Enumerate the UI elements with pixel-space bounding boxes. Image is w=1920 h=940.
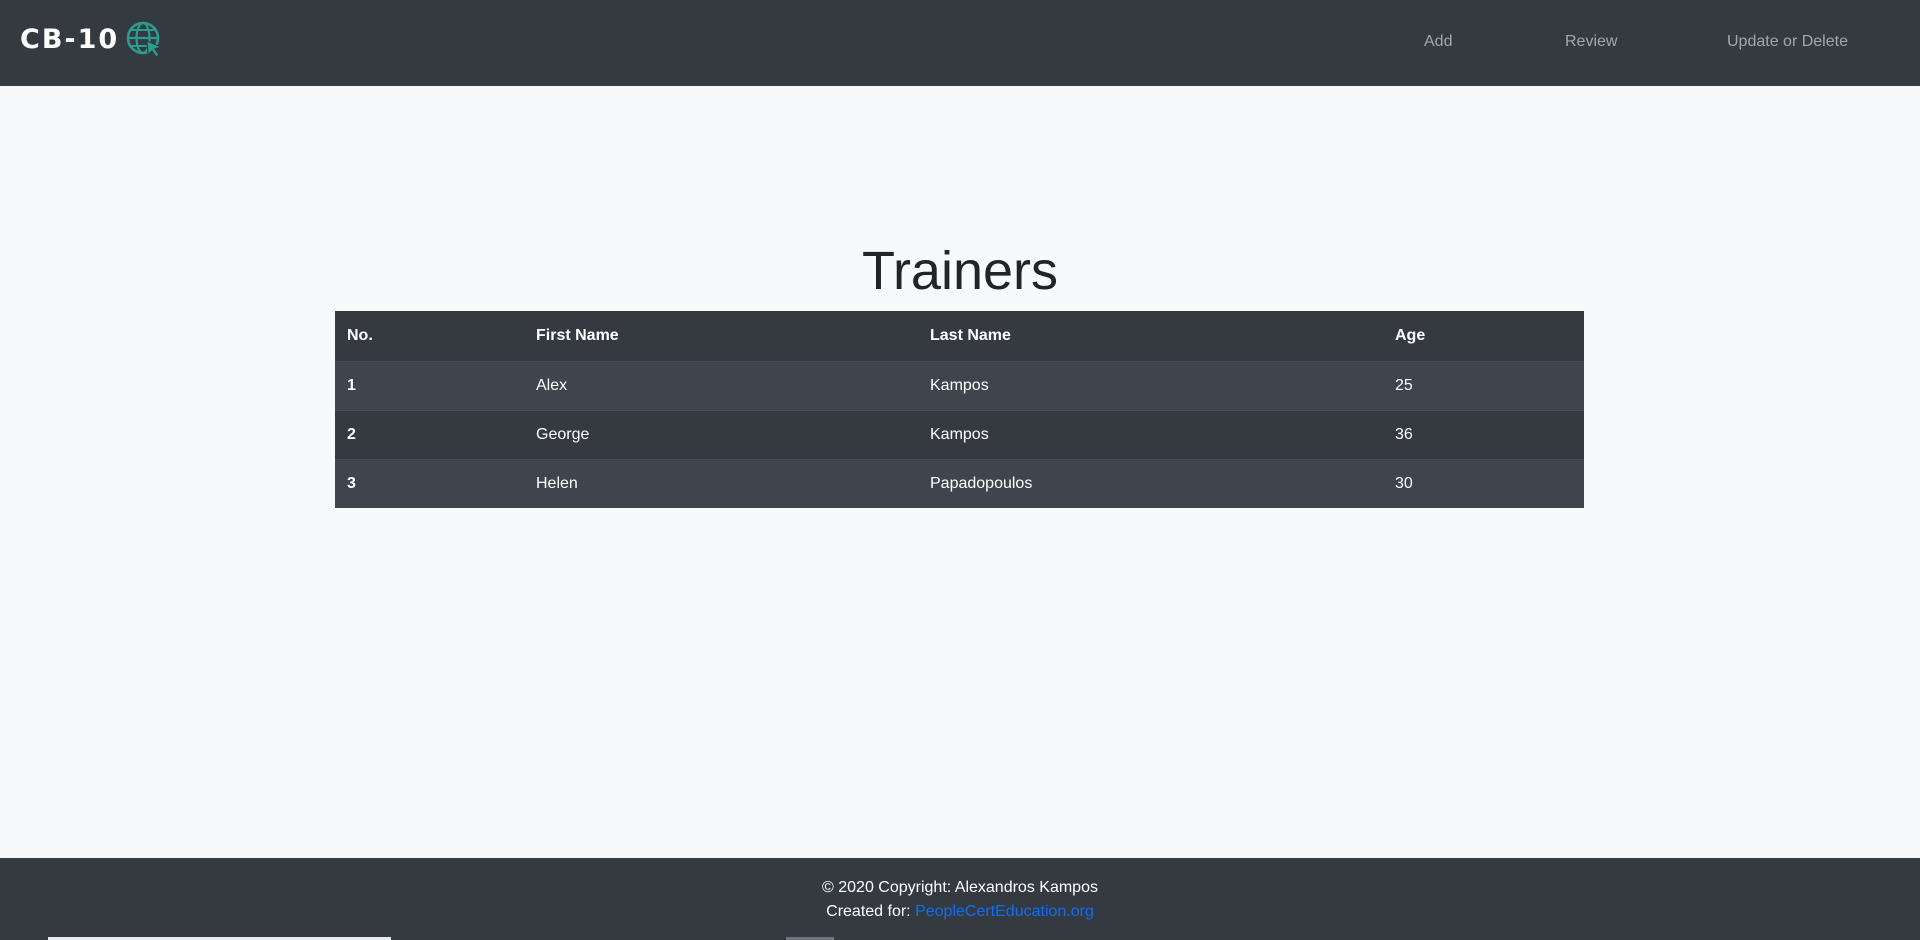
row-number: 1 [335, 360, 524, 410]
brand[interactable]: CB-10 [20, 20, 163, 58]
column-header-age: Age [1395, 326, 1426, 344]
age-cell: 30 [1383, 458, 1584, 508]
page-title: Trainers [861, 241, 1059, 301]
last-name-cell: Papadopoulos [918, 458, 1383, 508]
created-for-line: Created for: PeopleCertEducation.org [0, 900, 1920, 924]
copyright-text: © 2020 Copyright: Alexandros Kampos [822, 879, 1098, 896]
footer: © 2020 Copyright: Alexandros Kampos Crea… [0, 858, 1920, 940]
table-row: 2 George Kampos 36 [335, 409, 1584, 459]
trainers-table: No. First Name Last Name Age 1 Alex Kamp… [335, 311, 1584, 508]
globe-cursor-icon[interactable] [125, 20, 163, 58]
age-cell: 36 [1383, 409, 1584, 459]
nav-link-review[interactable]: Review [1565, 33, 1617, 51]
table-header-row: No. First Name Last Name Age [335, 311, 1584, 361]
peoplecert-link[interactable]: PeopleCertEducation.org [915, 903, 1094, 920]
last-name-cell: Kampos [918, 409, 1383, 459]
column-header-first-name: First Name [536, 326, 619, 344]
nav-link-update-or-delete[interactable]: Update or Delete [1727, 33, 1848, 51]
first-name-cell: George [524, 409, 918, 459]
first-name-cell: Alex [524, 360, 918, 410]
last-name-cell: Kampos [918, 360, 1383, 410]
row-number: 3 [335, 458, 524, 508]
column-header-no: No. [347, 326, 373, 344]
table-body: 1 Alex Kampos 25 2 George Kampos 36 3 He… [335, 360, 1584, 508]
row-number: 2 [335, 409, 524, 459]
navbar: CB-10 Add Review Update or Delete [0, 0, 1920, 86]
column-header-last-name: Last Name [930, 326, 1011, 344]
table-row: 1 Alex Kampos 25 [335, 360, 1584, 410]
age-cell: 25 [1383, 360, 1584, 410]
table-row: 3 Helen Papadopoulos 30 [335, 458, 1584, 508]
brand-text[interactable]: CB-10 [20, 24, 119, 55]
first-name-cell: Helen [524, 458, 918, 508]
created-for-label: Created for: [826, 903, 911, 920]
nav-link-add[interactable]: Add [1424, 33, 1452, 51]
table-header: No. First Name Last Name Age [335, 311, 1584, 361]
